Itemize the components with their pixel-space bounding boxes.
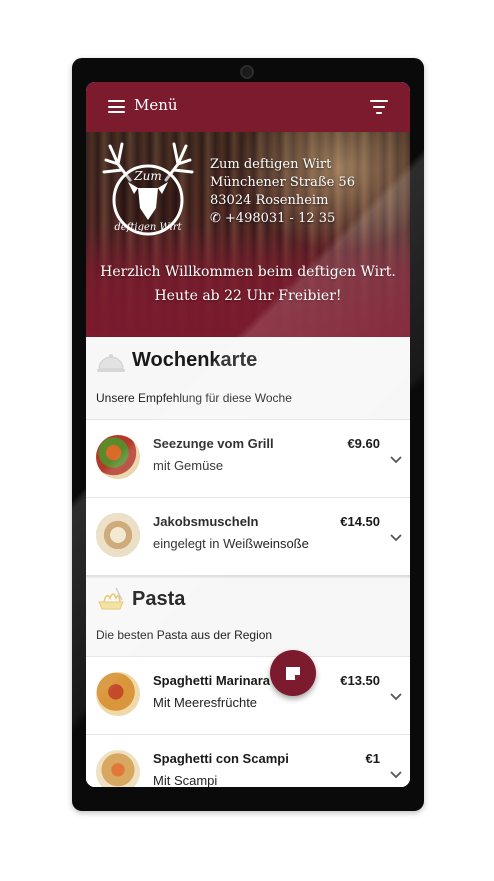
menu-label[interactable]: Menü [134, 96, 178, 114]
menu-item[interactable]: Jakobsmuscheln eingelegt in Weißweinsoße… [86, 497, 410, 576]
restaurant-street: Münchener Straße 56 [210, 175, 355, 190]
item-name: Spaghetti Marinara [153, 673, 271, 688]
welcome-line-1: Herzlich Willkommen beim deftigen Wirt. [100, 264, 396, 280]
restaurant-header: Zum deftigen Wirt Zum deftigen Wirt Münc… [86, 132, 410, 337]
welcome-message: Herzlich Willkommen beim deftigen Wirt. … [86, 260, 410, 308]
item-description: Mit Scampi [153, 773, 218, 787]
dish-image [96, 672, 140, 716]
section-title: Pasta [132, 588, 186, 610]
restaurant-info: Zum deftigen Wirt Münchener Straße 56 83… [210, 156, 355, 228]
top-app-bar: Menü [86, 82, 410, 132]
item-name: Spaghetti con Scampi [153, 751, 289, 766]
menu-item[interactable]: Spaghetti Marinara Mit Meeresfrüchte €13… [86, 656, 410, 735]
note-icon [286, 667, 300, 680]
section-subtitle: Die besten Pasta aus der Region [96, 628, 273, 642]
logo-text-bottom: deftigen Wirt [114, 222, 182, 233]
item-name: Seezunge vom Grill [153, 436, 274, 451]
item-description: eingelegt in Weißweinsoße [153, 536, 309, 551]
welcome-line-2: Heute ab 22 Uhr Freibier! [154, 288, 342, 304]
order-fab-button[interactable] [270, 650, 316, 696]
restaurant-phone: +498031 - 12 35 [224, 211, 336, 226]
restaurant-name: Zum deftigen Wirt [210, 157, 332, 172]
menu-list[interactable]: Wochenkarte Unsere Empfehlung für diese … [86, 337, 410, 787]
filter-icon[interactable] [370, 100, 388, 114]
section-title: Wochenkarte [132, 349, 258, 371]
camera [240, 65, 254, 79]
item-price: €1 [365, 751, 380, 766]
deer-logo: Zum deftigen Wirt [102, 142, 194, 236]
item-description: mit Gemüse [153, 458, 224, 473]
restaurant-city: 83024 Rosenheim [210, 193, 329, 208]
chevron-down-icon[interactable] [390, 771, 402, 779]
restaurant-phone-row[interactable]: ✆ +498031 - 12 35 [210, 210, 355, 228]
chevron-down-icon[interactable] [390, 534, 402, 542]
item-name: Jakobsmuscheln [153, 514, 259, 529]
dish-image [96, 435, 140, 479]
logo-text-top: Zum [133, 169, 161, 183]
pasta-icon [98, 587, 124, 610]
section-subtitle: Unsere Empfehlung für diese Woche [96, 391, 292, 405]
chevron-down-icon[interactable] [390, 456, 402, 464]
app-screen: Menü Zum deftigen Wirt Zum deftigen Wirt… [86, 82, 410, 787]
menu-item[interactable]: Spaghetti con Scampi Mit Scampi €1 [86, 734, 410, 787]
dish-image [96, 750, 140, 787]
item-price: €14.50 [340, 514, 380, 529]
section-header-wochenkarte: Wochenkarte Unsere Empfehlung für diese … [86, 337, 410, 419]
item-price: €13.50 [340, 673, 380, 688]
dish-image [96, 513, 140, 557]
phone-icon: ✆ [210, 211, 221, 226]
cloche-icon [97, 354, 125, 372]
item-price: €9.60 [347, 436, 380, 451]
phone-frame: Menü Zum deftigen Wirt Zum deftigen Wirt… [72, 58, 424, 811]
chevron-down-icon[interactable] [390, 693, 402, 701]
menu-item[interactable]: Seezunge vom Grill mit Gemüse €9.60 [86, 419, 410, 498]
item-description: Mit Meeresfrüchte [153, 695, 258, 710]
section-header-pasta: Pasta Die besten Pasta aus der Region [86, 578, 410, 656]
hamburger-icon[interactable] [108, 100, 125, 113]
